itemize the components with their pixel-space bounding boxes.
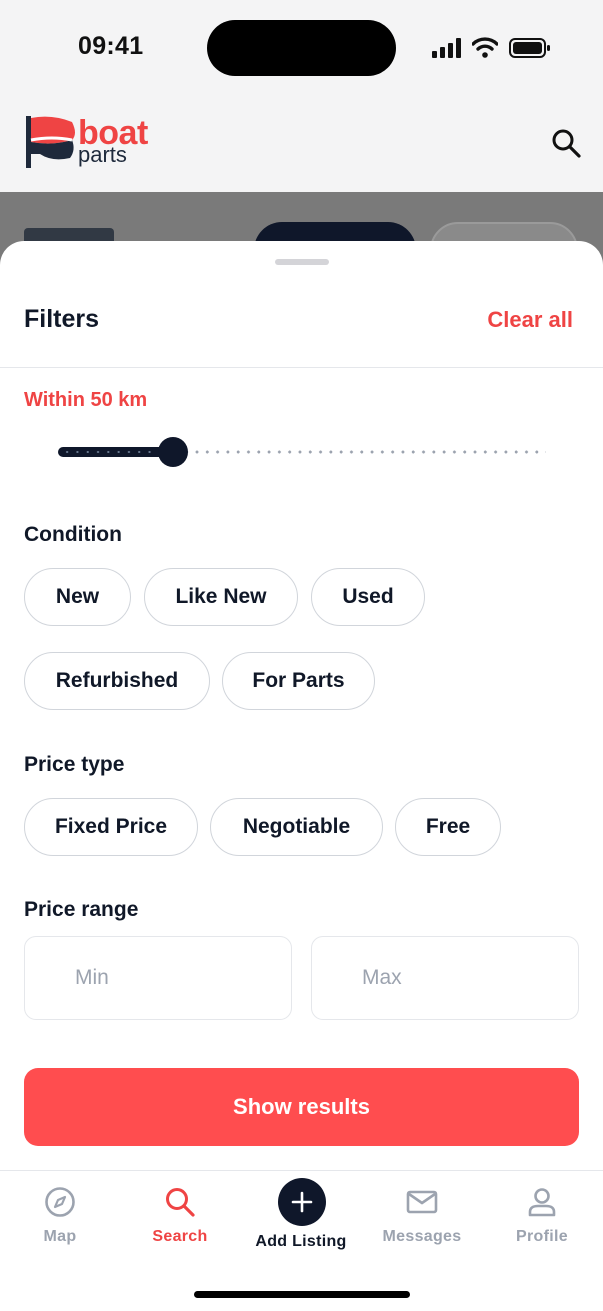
sheet-handle[interactable] bbox=[275, 259, 329, 265]
tab-label: Profile bbox=[516, 1228, 568, 1245]
tab-label: Add Listing bbox=[255, 1233, 347, 1250]
tab-search[interactable]: Search bbox=[120, 1172, 240, 1272]
logo[interactable]: boat parts bbox=[26, 114, 166, 170]
chip-condition-like-new[interactable]: Like New bbox=[144, 568, 298, 626]
divider bbox=[0, 367, 603, 368]
tab-messages[interactable]: Messages bbox=[362, 1172, 482, 1272]
search-icon bbox=[166, 1188, 195, 1217]
filters-sheet: Filters Clear all Within 50 km Condition… bbox=[0, 241, 603, 1311]
clear-all-button[interactable]: Clear all bbox=[487, 307, 573, 333]
tab-label: Search bbox=[152, 1228, 208, 1245]
distance-label: Within 50 km bbox=[24, 389, 148, 411]
dynamic-island bbox=[207, 20, 396, 76]
chip-price-negotiable[interactable]: Negotiable bbox=[210, 798, 383, 856]
chip-condition-used[interactable]: Used bbox=[311, 568, 425, 626]
chip-condition-new[interactable]: New bbox=[24, 568, 131, 626]
price-type-label: Price type bbox=[24, 753, 125, 776]
signal-icon bbox=[432, 38, 461, 58]
status-time: 09:41 bbox=[78, 32, 144, 60]
logo-subtitle: parts bbox=[78, 142, 127, 167]
tab-profile[interactable]: Profile bbox=[482, 1172, 602, 1272]
add-listing-button[interactable] bbox=[278, 1178, 326, 1226]
slider-thumb[interactable] bbox=[158, 437, 188, 467]
chip-condition-refurbished[interactable]: Refurbished bbox=[24, 652, 210, 710]
chip-price-fixed[interactable]: Fixed Price bbox=[24, 798, 198, 856]
sheet-title: Filters bbox=[24, 305, 100, 333]
tab-label: Messages bbox=[382, 1228, 462, 1245]
wifi-icon bbox=[472, 37, 498, 58]
price-min-input[interactable] bbox=[24, 936, 292, 1020]
price-range-label: Price range bbox=[24, 898, 139, 921]
user-icon bbox=[528, 1188, 556, 1217]
status-bar: 09:41 bbox=[0, 0, 603, 96]
mail-icon bbox=[406, 1190, 438, 1214]
logo-flag-icon bbox=[26, 116, 75, 168]
compass-icon bbox=[45, 1187, 75, 1217]
battery-icon bbox=[509, 38, 550, 58]
app-header: boat parts bbox=[0, 96, 603, 192]
tab-label: Map bbox=[43, 1228, 77, 1245]
condition-label: Condition bbox=[24, 523, 122, 546]
home-indicator bbox=[194, 1291, 410, 1298]
distance-slider[interactable] bbox=[58, 435, 548, 469]
chip-condition-for-parts[interactable]: For Parts bbox=[222, 652, 375, 710]
tab-map[interactable]: Map bbox=[0, 1172, 120, 1272]
divider bbox=[0, 1170, 603, 1171]
chip-price-free[interactable]: Free bbox=[395, 798, 501, 856]
price-max-input[interactable] bbox=[311, 936, 579, 1020]
slider-fill bbox=[58, 447, 173, 457]
search-icon[interactable] bbox=[551, 128, 581, 158]
plus-icon bbox=[291, 1191, 313, 1213]
tab-add-listing[interactable]: Add Listing bbox=[241, 1172, 361, 1272]
show-results-button[interactable]: Show results bbox=[24, 1068, 579, 1146]
